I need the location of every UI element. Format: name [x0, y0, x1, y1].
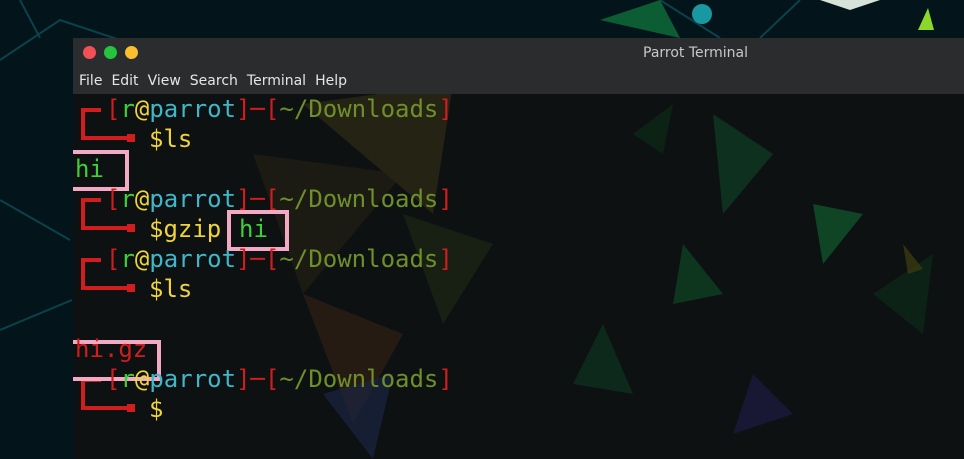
- menu-edit[interactable]: Edit: [111, 73, 138, 89]
- prompt-connector: [81, 258, 85, 288]
- prompt-symbol: $: [149, 275, 164, 303]
- prompt-user: r: [120, 95, 135, 123]
- prompt-connector: [81, 136, 131, 140]
- output-line: hi.gz: [75, 335, 148, 363]
- prompt-symbol: $: [149, 125, 164, 153]
- menu-search[interactable]: Search: [190, 73, 238, 89]
- menu-terminal[interactable]: Terminal: [247, 73, 306, 89]
- command-text: ls: [163, 125, 193, 153]
- menu-view[interactable]: View: [148, 73, 181, 89]
- menu-bar: File Edit View Search Terminal Help: [73, 67, 964, 94]
- command-argument: hi: [239, 215, 268, 243]
- prompt-user: r: [120, 185, 135, 213]
- prompt-connector: [127, 224, 135, 232]
- prompt-at: @: [134, 245, 150, 273]
- command-line: $gzip: [149, 214, 221, 244]
- prompt-connector: [81, 286, 131, 290]
- prompt-connector: [127, 404, 135, 412]
- prompt-dir: ~/Downloads: [279, 185, 439, 213]
- prompt-connector: [81, 108, 85, 138]
- prompt-at: @: [134, 95, 150, 123]
- output-line: hi: [75, 155, 104, 183]
- prompt-host: parrot: [149, 365, 237, 393]
- menu-file[interactable]: File: [79, 73, 102, 89]
- command-text: ls: [163, 275, 193, 303]
- prompt-at: @: [134, 365, 150, 393]
- prompt-connector: [81, 226, 131, 230]
- prompt-dir: ~/Downloads: [279, 365, 439, 393]
- menu-help[interactable]: Help: [315, 73, 347, 89]
- prompt-user: r: [120, 245, 135, 273]
- prompt-connector: [127, 284, 135, 292]
- prompt-symbol: $: [149, 215, 164, 243]
- prompt-connector: [81, 406, 131, 410]
- prompt-connector: [81, 378, 85, 408]
- prompt-connector: [81, 198, 85, 228]
- window-title: Parrot Terminal: [643, 45, 749, 61]
- prompt-line: [r@parrot]─[~/Downloads]: [106, 95, 453, 123]
- prompt-at: @: [134, 185, 150, 213]
- prompt-dir: ~/Downloads: [279, 245, 439, 273]
- prompt-host: parrot: [149, 95, 237, 123]
- command-line: $: [149, 394, 163, 424]
- prompt-line: [r@parrot]─[~/Downloads]: [106, 365, 453, 393]
- command-text: gzip: [163, 215, 222, 243]
- terminal-window: Parrot Terminal File Edit View Search Te…: [73, 38, 964, 459]
- prompt-connector: [127, 134, 135, 142]
- prompt-host: parrot: [149, 185, 237, 213]
- prompt-user: r: [120, 365, 135, 393]
- command-line: $ls: [149, 124, 192, 154]
- prompt-dir: ~/Downloads: [279, 95, 439, 123]
- terminal-output[interactable]: [r@parrot]─[~/Downloads] $ls hi [r@parro…: [73, 94, 964, 459]
- title-bar: Parrot Terminal: [73, 38, 964, 67]
- command-line: $ls: [149, 274, 192, 304]
- prompt-line: [r@parrot]─[~/Downloads]: [106, 245, 453, 273]
- prompt-symbol: $: [149, 395, 164, 423]
- prompt-host: parrot: [149, 245, 237, 273]
